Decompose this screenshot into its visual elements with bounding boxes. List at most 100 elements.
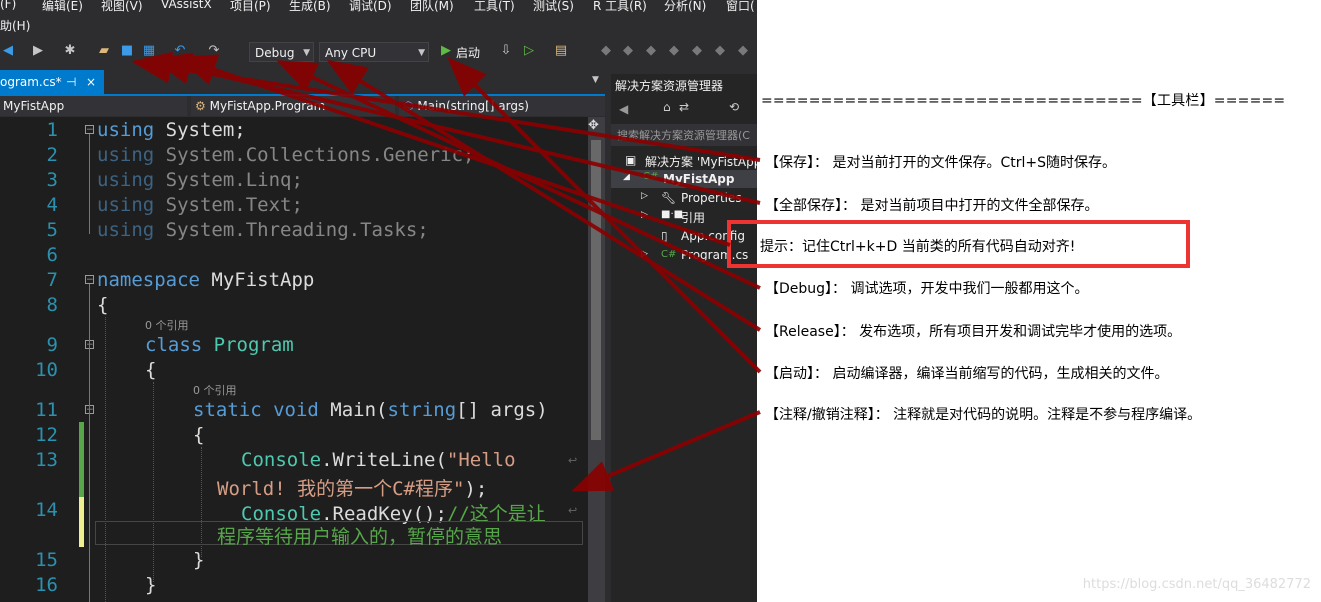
- tree-item-properties[interactable]: Properties: [681, 191, 742, 205]
- menu-test[interactable]: 测试(S): [533, 0, 574, 14]
- menu-view[interactable]: 视图(V): [101, 0, 143, 14]
- menu-help[interactable]: 助(H): [0, 17, 30, 34]
- menu-analyze[interactable]: 分析(N): [664, 0, 706, 14]
- member-nav-select[interactable]: ⬡ Main(string[] args): [399, 96, 605, 116]
- platform-value: Any CPU: [325, 46, 377, 60]
- tab-list-dropdown-icon[interactable]: ▼: [592, 75, 599, 85]
- toolbar-icon-disabled: ◆: [601, 43, 611, 58]
- redo-icon[interactable]: ↷: [206, 43, 222, 59]
- tree-item-project[interactable]: MyFistApp: [663, 172, 734, 186]
- platform-select[interactable]: Any CPU ▼: [319, 42, 429, 62]
- collapsed-icon[interactable]: ▷: [641, 249, 648, 259]
- toolbar-icon-disabled: ◆: [715, 43, 725, 58]
- line-number: 6: [46, 244, 58, 266]
- line-number: 5: [46, 219, 58, 241]
- code-line-7: namespace MyFistApp: [97, 269, 315, 291]
- line-number: 1: [46, 119, 58, 141]
- menu-build[interactable]: 生成(B): [289, 0, 331, 14]
- code-line-2: using System.Collections.Generic;: [97, 144, 475, 166]
- undo-icon[interactable]: ↶: [172, 43, 188, 59]
- tip-highlight-box: [727, 220, 1190, 268]
- watermark: https://blog.csdn.net/qq_36482772: [1082, 577, 1311, 592]
- toolbar-icon-disabled: ◆: [692, 43, 702, 58]
- menu-project[interactable]: 项目(P): [230, 0, 271, 14]
- menu-file[interactable]: (F): [0, 0, 16, 11]
- pin-icon[interactable]: ⊣: [66, 70, 76, 94]
- indent-guide: [105, 317, 106, 602]
- indent-guide: [153, 382, 154, 582]
- menu-team[interactable]: 团队(M): [410, 0, 454, 14]
- code-line-13-wrap: World! 我的第一个C#程序");: [217, 478, 488, 500]
- csharp-project-icon: C#: [643, 171, 659, 182]
- toolbar-icon-disabled: ◆: [646, 43, 656, 58]
- code-line-3: using System.Linq;: [97, 169, 303, 191]
- menu-vassistx[interactable]: VAssistX: [161, 0, 212, 11]
- line-number: 3: [46, 169, 58, 191]
- method-icon: ⬡: [403, 99, 414, 113]
- code-line-12: {: [193, 424, 205, 446]
- solution-back-icon[interactable]: ◀: [619, 102, 628, 116]
- code-line-10: {: [145, 359, 157, 381]
- menu-edit[interactable]: 编辑(E): [42, 0, 83, 14]
- sync-icon[interactable]: ⇄: [679, 100, 689, 114]
- solution-search-input[interactable]: 搜索解决方案资源管理器(C: [611, 124, 757, 146]
- change-marker-unsaved: [79, 497, 84, 547]
- new-project-icon[interactable]: ✱: [62, 43, 78, 59]
- toolbar: ◀ ▶ ✱ ▰ ■ ▦ ↶ ↷ Debug ▼ Any CPU ▼ ▶ 启动 ⇩…: [0, 40, 757, 66]
- code-editor[interactable]: 1 2 3 4 5 6 7 8 9 10 11 12 13 14 15 16 −…: [0, 117, 588, 602]
- back-icon[interactable]: ◀: [0, 43, 16, 59]
- class-nav-value: MyFistApp.Program: [209, 99, 326, 113]
- project-nav-select[interactable]: MyFistApp: [0, 96, 187, 116]
- navigation-bar: MyFistApp ⚙ MyFistApp.Program ⬡ Main(str…: [0, 96, 605, 116]
- line-number: 11: [35, 399, 58, 421]
- code-line-13: Console.WriteLine("Hello: [241, 449, 516, 471]
- line-number: 16: [35, 574, 58, 596]
- collapsed-icon[interactable]: ▷: [641, 191, 648, 201]
- solution-icon: ▣: [625, 153, 637, 167]
- csharp-file-icon: C#: [661, 249, 677, 260]
- tree-item-solution[interactable]: 解决方案 'MyFistApp': [645, 153, 757, 170]
- tab-label: ogram.cs*: [0, 75, 62, 89]
- find-icon[interactable]: ▤: [553, 43, 569, 59]
- history-icon[interactable]: ⟲: [729, 100, 739, 114]
- menu-window[interactable]: 窗口(: [726, 0, 755, 14]
- code-line-1: using System;: [97, 119, 246, 141]
- code-line-8: {: [97, 294, 109, 316]
- scrollbar-thumb[interactable]: [591, 140, 601, 440]
- collapsed-icon[interactable]: ▷: [641, 210, 648, 220]
- tree-item-references[interactable]: 引用: [681, 209, 705, 226]
- solution-explorer: 解决方案资源管理器 ◀ ⌂ ⇄ ⟲ 搜索解决方案资源管理器(C ▣ 解决方案 '…: [611, 74, 757, 602]
- menu-r-tools[interactable]: R 工具(R): [593, 0, 647, 14]
- save-all-icon[interactable]: ▦: [141, 43, 157, 59]
- note-release: 【Release】： 发布选项，所有项目开发和调试完毕才使用的选项。: [765, 324, 1182, 340]
- codelens-references[interactable]: 0 个引用: [193, 382, 237, 398]
- code-line-14-wrap: 程序等待用户输入的，暂停的意思: [217, 526, 503, 548]
- forward-icon[interactable]: ▶: [30, 43, 46, 59]
- codelens-references[interactable]: 0 个引用: [145, 317, 189, 333]
- start-without-debug-icon[interactable]: ▷: [521, 43, 537, 59]
- attach-icon[interactable]: ⇩: [498, 43, 514, 59]
- references-icon: ■·■: [661, 209, 684, 220]
- note-save-all: 【全部保存】： 是对当前项目中打开的文件全部保存。: [765, 198, 1099, 214]
- class-icon: ⚙: [195, 99, 206, 113]
- fold-toggle[interactable]: −: [85, 275, 94, 285]
- menu-tools[interactable]: 工具(T): [474, 0, 515, 14]
- word-wrap-icon: ↩: [568, 454, 578, 467]
- menu-debug[interactable]: 调试(D): [349, 0, 392, 14]
- line-number: 14: [35, 499, 58, 521]
- class-nav-select[interactable]: ⚙ MyFistApp.Program: [191, 96, 395, 116]
- solution-config-select[interactable]: Debug ▼: [249, 42, 314, 62]
- line-number: 15: [35, 549, 58, 571]
- expanded-icon[interactable]: ◢: [623, 172, 630, 182]
- tab-program-cs[interactable]: ogram.cs* ⊣ ×: [0, 70, 104, 94]
- close-icon[interactable]: ×: [86, 70, 96, 94]
- start-icon[interactable]: ▶: [438, 43, 454, 59]
- split-icon[interactable]: ✥: [588, 118, 599, 133]
- fold-toggle[interactable]: −: [85, 125, 94, 135]
- start-button-label[interactable]: 启动: [456, 44, 480, 61]
- solution-explorer-title: 解决方案资源管理器: [615, 79, 724, 93]
- open-file-icon[interactable]: ▰: [96, 43, 112, 59]
- notes-header: ================================【工具栏】===…: [761, 93, 1286, 109]
- save-icon[interactable]: ■: [119, 43, 135, 59]
- home-icon[interactable]: ⌂: [663, 100, 671, 114]
